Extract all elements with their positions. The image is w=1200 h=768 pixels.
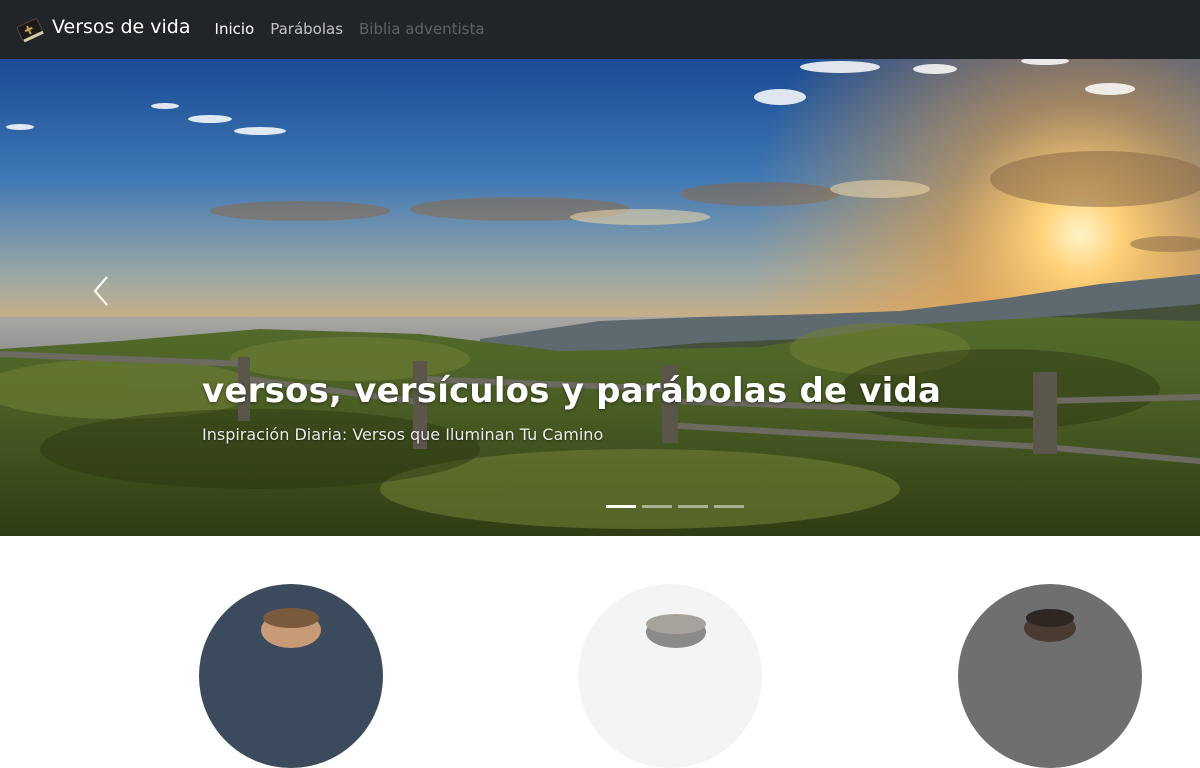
main-nav: Inicio Parábolas Biblia adventista (215, 20, 501, 38)
navbar: Versos de vida Inicio Parábolas Biblia a… (0, 0, 1200, 59)
chevron-left-icon (93, 276, 108, 306)
featured-avatar-3 (958, 584, 1142, 768)
brand-name: Versos de vida (52, 15, 191, 38)
brand-link[interactable]: Versos de vida (12, 0, 191, 59)
carousel-prev-button[interactable] (80, 269, 124, 317)
nav-item-parabolas[interactable]: Parábolas (270, 20, 343, 38)
carousel-indicators (606, 505, 750, 508)
carousel-indicator-1[interactable] (606, 505, 636, 508)
featured-avatar-2 (578, 584, 762, 768)
carousel-indicator-3[interactable] (678, 505, 708, 508)
hero-carousel: versos, versículos y parábolas de vida I… (0, 59, 1200, 536)
nav-item-biblia-adventista: Biblia adventista (359, 19, 485, 38)
carousel-indicator-2[interactable] (642, 505, 672, 508)
featured-avatar-1 (199, 584, 383, 768)
landscape-image (0, 59, 1200, 536)
carousel-subtitle: Inspiración Diaria: Versos que Iluminan … (202, 425, 604, 444)
nav-item-inicio[interactable]: Inicio (215, 20, 255, 38)
carousel-indicator-4[interactable] (714, 505, 744, 508)
carousel-title: versos, versículos y parábolas de vida (202, 371, 942, 411)
bible-book-icon (12, 12, 48, 48)
